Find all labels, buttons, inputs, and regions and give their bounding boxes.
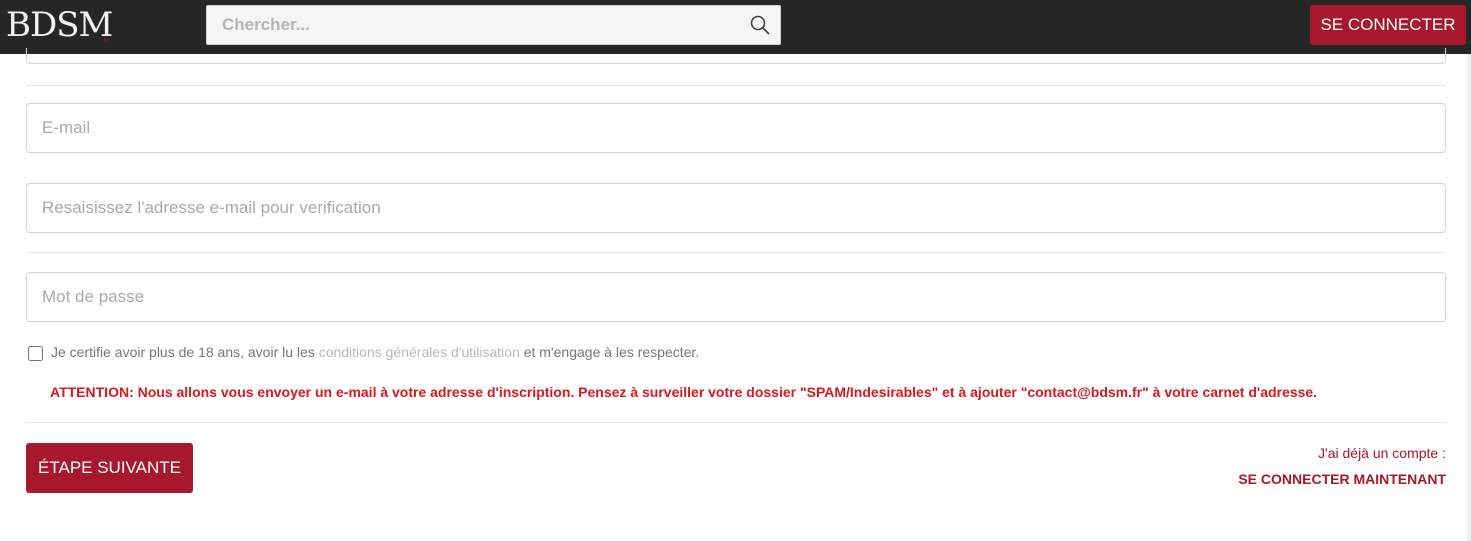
connect-now-link[interactable]: SE CONNECTER MAINTENANT (1238, 471, 1446, 487)
have-account-text: J'ai déjà un compte : (1318, 445, 1446, 461)
terms-suffix: et m'engage à les respecter. (519, 344, 700, 360)
terms-prefix: Je certifie avoir plus de 18 ans, avoir … (51, 344, 319, 360)
top-navigation-bar: BDSM .fr SE CONNECTER (0, 0, 1471, 54)
email-field[interactable] (26, 103, 1446, 153)
search-icon[interactable] (750, 15, 770, 35)
logo-text: BDSM (6, 5, 113, 45)
terms-link[interactable]: conditions générales d'utilisation (319, 344, 520, 360)
login-button[interactable]: SE CONNECTER (1310, 5, 1466, 45)
divider (26, 85, 1446, 86)
divider (26, 422, 1446, 423)
scrollbar[interactable] (1466, 54, 1471, 541)
previous-field-edge (26, 48, 1446, 64)
spam-warning: ATTENTION: Nous allons vous envoyer un e… (50, 384, 1318, 400)
terms-text: Je certifie avoir plus de 18 ans, avoir … (51, 344, 699, 360)
terms-checkbox[interactable] (28, 346, 43, 361)
divider (26, 252, 1446, 253)
password-field[interactable] (26, 272, 1446, 322)
search-box (206, 5, 781, 45)
next-step-button[interactable]: ÉTAPE SUIVANTE (26, 443, 193, 493)
email-confirm-field[interactable] (26, 183, 1446, 233)
registration-form: Je certifie avoir plus de 18 ans, avoir … (0, 48, 1466, 541)
site-logo[interactable]: BDSM .fr (6, 2, 116, 48)
logo-suffix: .fr (102, 38, 109, 45)
search-input[interactable] (207, 6, 737, 44)
